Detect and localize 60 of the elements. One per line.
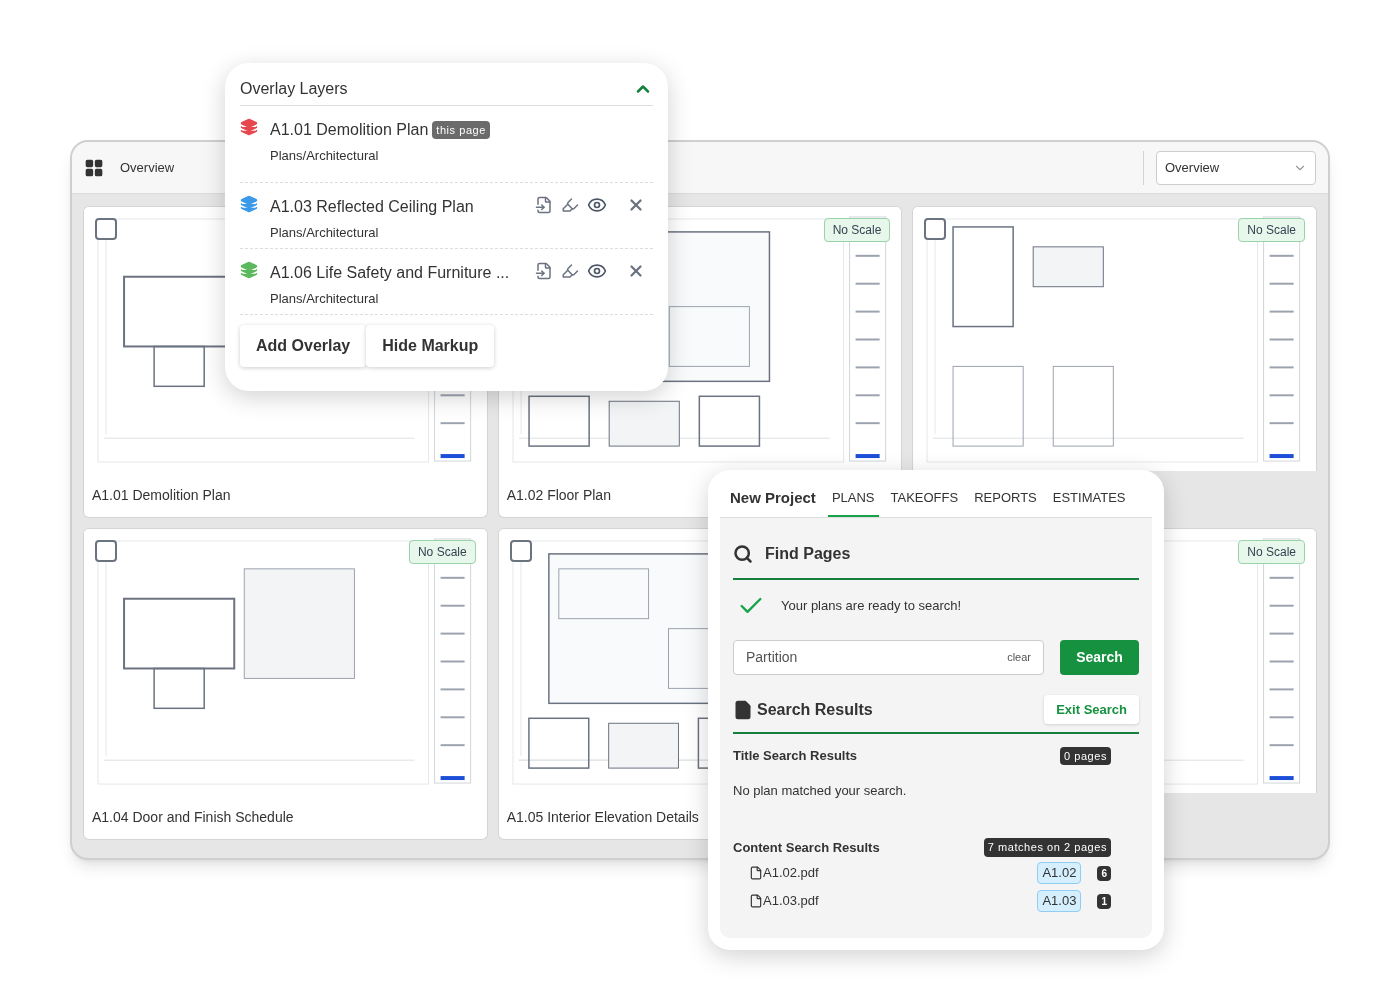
visibility-icon[interactable] (587, 195, 607, 215)
grid-icon[interactable] (84, 157, 104, 178)
import-icon[interactable] (535, 262, 553, 280)
results-message: No plan matched your search. (733, 782, 907, 798)
sheet-title: A1.01 Demolition Plan (92, 487, 231, 503)
search-value: Partition (746, 648, 798, 667)
panel-button[interactable]: Add Overlay (240, 325, 367, 367)
view-select[interactable]: Overview (1156, 150, 1316, 185)
marker-icon[interactable] (561, 262, 579, 280)
match-count: 6 (1097, 865, 1111, 881)
layer-path: Plans/Architectural (270, 147, 380, 165)
view-label: Overview (120, 158, 175, 177)
search-icon (733, 544, 753, 564)
panel-button[interactable]: Hide Markup (366, 325, 495, 367)
layer-name: A1.06 Life Safety and Furniture ... (270, 263, 510, 283)
file-name: A1.03.pdf (763, 892, 819, 911)
file-icon (749, 866, 763, 880)
file-icon (749, 894, 763, 908)
status-message: Your plans are ready to search! (781, 597, 962, 616)
sheet-title: A1.05 Interior Elevation Details (506, 809, 699, 825)
document-icon (733, 699, 753, 720)
checkbox[interactable] (924, 218, 947, 240)
file-name: A1.02.pdf (763, 864, 819, 883)
count-badge: 7 matches on 2 pages (983, 838, 1111, 857)
project-name: New Project (730, 487, 816, 508)
scale-badge: No Scale (823, 218, 891, 242)
scale-badge: No Scale (408, 540, 476, 564)
exit-search-button[interactable]: Exit Search (1044, 695, 1139, 724)
results-label: Title Search Results (733, 747, 858, 765)
count-badge: 0 pages (1060, 746, 1111, 765)
close-icon[interactable] (627, 262, 645, 280)
search-field[interactable]: Partition clear (733, 640, 1044, 675)
import-icon[interactable] (535, 196, 553, 214)
layer-name: A1.03 Reflected Ceiling Plan (270, 197, 474, 217)
close-icon[interactable] (627, 196, 645, 214)
scale-badge: No Scale (1238, 540, 1305, 564)
layer-name: A1.01 Demolition Plan (270, 120, 429, 140)
checkbox[interactable] (509, 540, 532, 562)
sheet-title: A1.02 Floor Plan (506, 487, 611, 503)
search-button[interactable]: Search (1060, 640, 1139, 675)
section-heading: Find Pages (765, 544, 851, 564)
page-link[interactable]: A1.03 (1037, 890, 1082, 912)
layer-path: Plans/Architectural (270, 224, 380, 242)
results-label: Content Search Results (733, 838, 880, 857)
clear-link[interactable]: clear (1007, 649, 1031, 666)
layer-path: Plans/Architectural (270, 290, 380, 308)
scale-badge: No Scale (1238, 218, 1305, 242)
match-count: 1 (1097, 893, 1111, 909)
section-heading: Search Results (757, 699, 873, 720)
nav-tab[interactable]: ESTIMATES (1048, 487, 1130, 517)
panel-title: Overlay Layers (240, 79, 348, 99)
sheet-title: A1.04 Door and Finish Schedule (92, 809, 294, 825)
checkbox[interactable] (95, 540, 117, 562)
page-link[interactable]: A1.02 (1037, 862, 1082, 884)
visibility-icon[interactable] (587, 261, 607, 281)
checkbox[interactable] (95, 218, 117, 240)
page-badge: this page (432, 120, 490, 140)
marker-icon[interactable] (561, 196, 579, 214)
nav-tab[interactable]: REPORTS (970, 487, 1041, 517)
nav-tab[interactable]: TAKEOFFS (886, 487, 963, 517)
